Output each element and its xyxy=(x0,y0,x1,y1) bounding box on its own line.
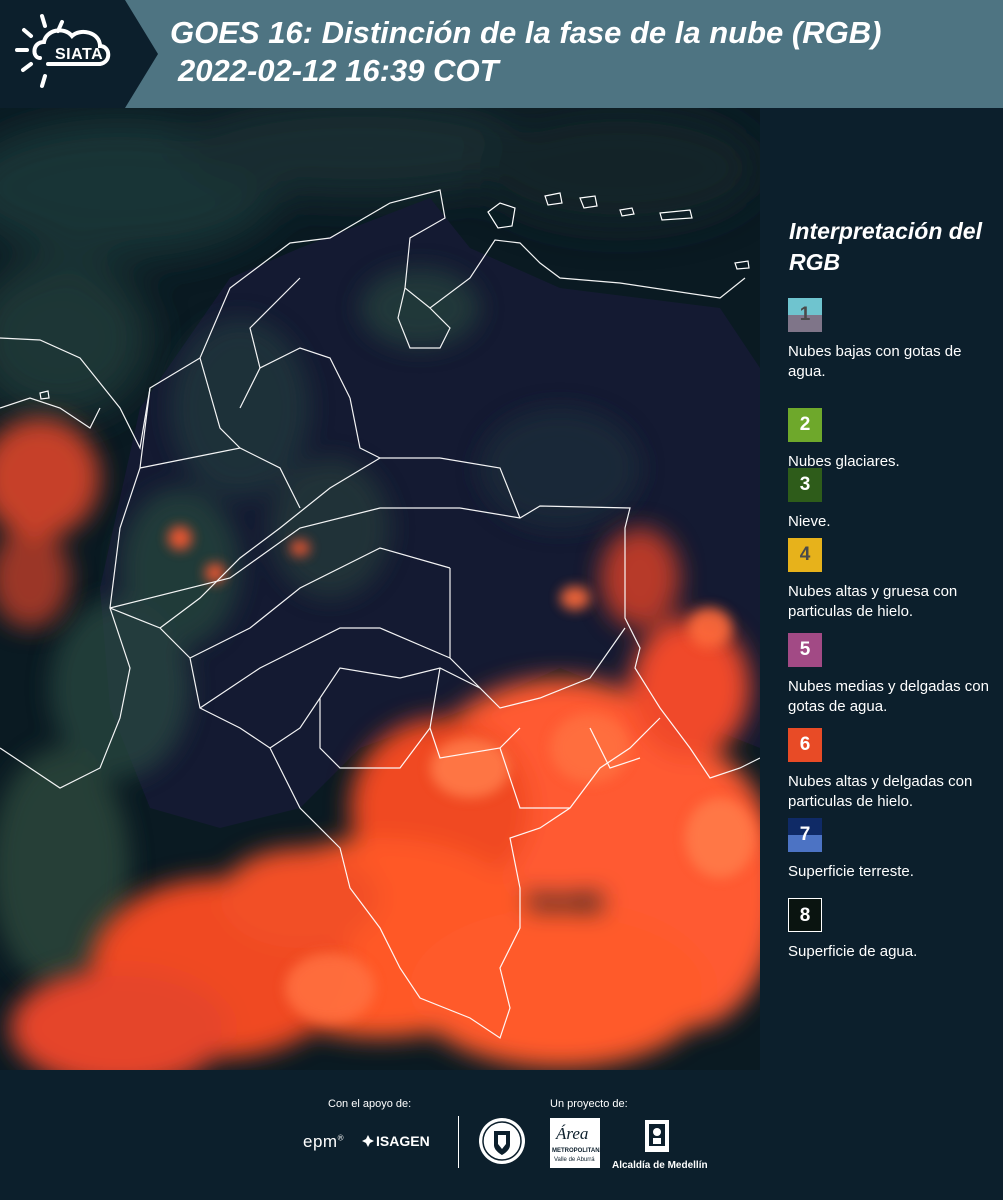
legend-swatch-8: 8 xyxy=(788,898,822,932)
legend-swatch-6: 6 xyxy=(788,728,822,762)
area-metropolitana-logo: Área METROPOLITANA Valle de Aburrá xyxy=(550,1118,604,1168)
legend-label-3: Nieve. xyxy=(788,513,831,530)
epm-logo: epm® xyxy=(303,1132,344,1151)
legend-panel: Interpretación del RGB 1 Nubes bajas con … xyxy=(775,108,1003,1070)
area-logo-word: Área xyxy=(556,1124,589,1143)
legend-label-5: Nubes medias y delgadas con gotas de agu… xyxy=(788,678,989,715)
area-logo-sub1: METROPOLITANA xyxy=(552,1148,604,1154)
legend-label-4: Nubes altas y gruesa con particulas de h… xyxy=(788,583,958,620)
footer-bar: Con el apoyo de: Un proyecto de: epm® IS… xyxy=(0,1070,1003,1200)
footer-divider xyxy=(458,1116,459,1168)
medellin-seal-icon xyxy=(478,1117,526,1165)
isagen-logo: ISAGEN xyxy=(362,1133,430,1149)
isagen-mark-icon xyxy=(362,1134,374,1147)
support-caption: Con el apoyo de: xyxy=(328,1098,412,1110)
legend-swatch-1: 1 xyxy=(788,298,822,332)
area-logo-sub2: Valle de Aburrá xyxy=(554,1157,595,1163)
legend-label-1: Nubes bajas con gotas de agua. xyxy=(788,343,962,380)
alcaldia-shield-icon xyxy=(643,1118,671,1156)
legend-label-6: Nubes altas y delgadas con particulas de… xyxy=(788,773,973,810)
legend-label-8: Superficie de agua. xyxy=(788,943,918,960)
satellite-image xyxy=(0,108,760,1070)
header-bar: SIATA GOES 16: Distinción de la fase de … xyxy=(0,0,1003,108)
legend-swatch-4: 4 xyxy=(788,538,822,572)
logo-text: SIATA xyxy=(55,46,104,63)
project-caption: Un proyecto de: xyxy=(550,1098,628,1110)
title-line-1: GOES 16: Distinción de la fase de la nub… xyxy=(170,15,882,50)
isagen-logo-text: ISAGEN xyxy=(376,1133,430,1149)
siata-logo: SIATA xyxy=(0,0,160,108)
legend-label-7: Superficie terreste. xyxy=(788,863,914,880)
legend-title: Interpretación del RGB xyxy=(789,218,982,275)
epm-logo-text: epm xyxy=(303,1132,338,1151)
page-title: GOES 16: Distinción de la fase de la nub… xyxy=(170,14,881,90)
legend-swatch-5: 5 xyxy=(788,633,822,667)
satellite-map-svg xyxy=(0,108,760,1070)
alcaldia-label: Alcaldía de Medellín xyxy=(612,1160,708,1171)
legend-swatch-3: 3 xyxy=(788,468,822,502)
title-timestamp: 2022-02-12 16:39 COT xyxy=(178,53,499,88)
legend-swatch-7: 7 xyxy=(788,818,822,852)
legend-swatch-2: 2 xyxy=(788,408,822,442)
